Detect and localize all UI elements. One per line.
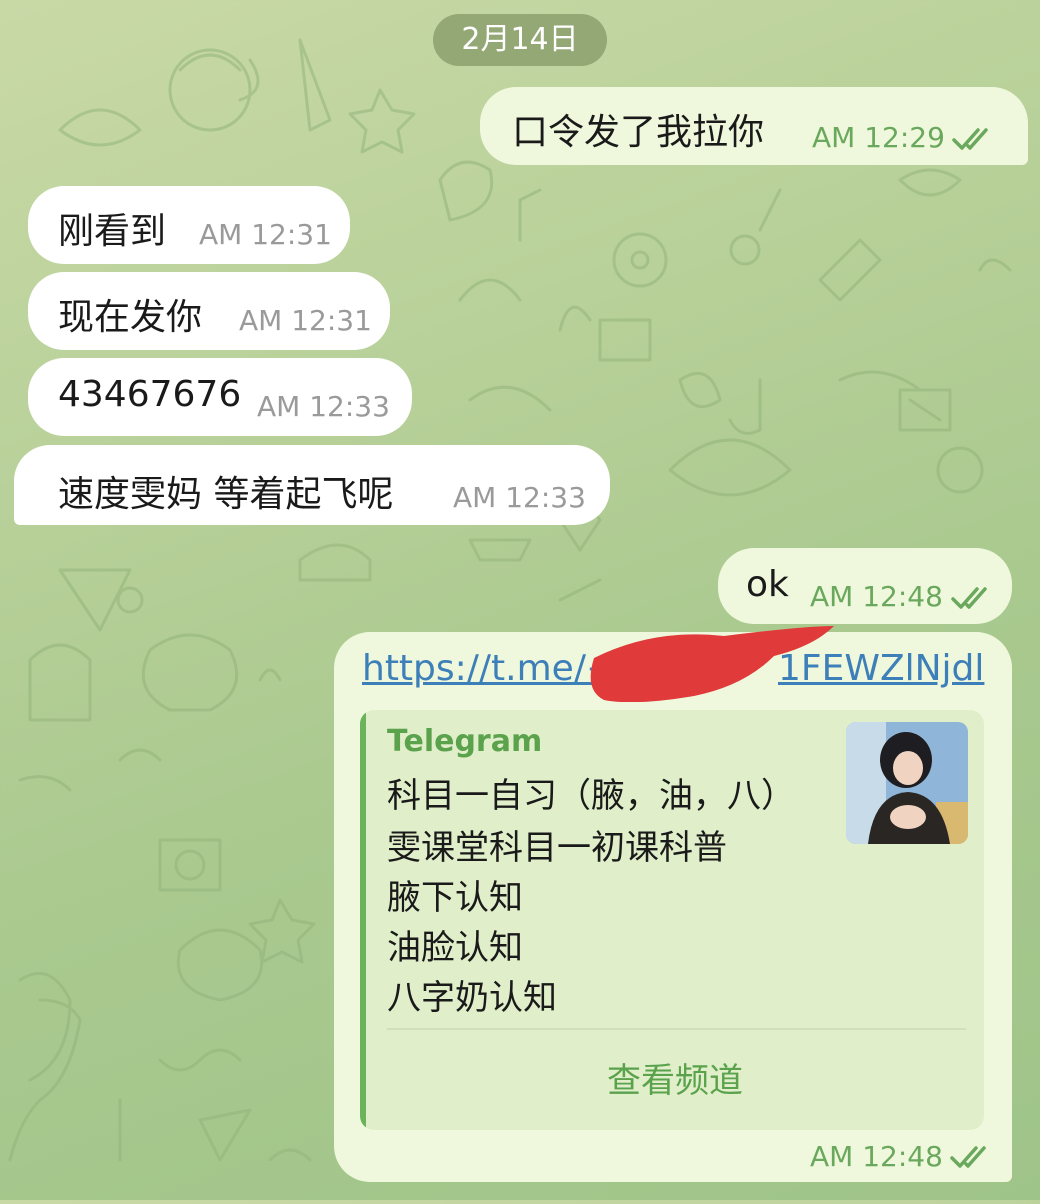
message-time: AM 12:29	[812, 121, 945, 154]
message-text: 现在发你	[58, 297, 203, 338]
incoming-message[interactable]: 现在发你 AM 12:31	[28, 272, 390, 350]
redaction-scribble	[590, 626, 834, 702]
incoming-message[interactable]: 速度雯妈 等着起飞呢 AM 12:33	[14, 445, 610, 525]
double-check-icon	[950, 1146, 986, 1168]
outgoing-link-message[interactable]: https://t.me/+ 1FEWZlNjdl Telegram 科目一自习…	[334, 626, 1012, 1182]
message-text: 刚看到	[58, 211, 167, 252]
link-preview-card[interactable]: Telegram 科目一自习（腋，油，八） 雯课堂科目一初课科普 腋下认知 油脸…	[360, 710, 984, 1130]
preview-description-line: 雯课堂科目一初课科普	[387, 828, 727, 868]
channel-avatar-photo	[846, 722, 968, 844]
double-check-icon	[951, 587, 987, 609]
message-text: 速度雯妈 等着起飞呢	[58, 474, 394, 515]
preview-title: 科目一自习（腋，油，八）	[387, 776, 795, 816]
incoming-message[interactable]: 刚看到 AM 12:31	[28, 186, 350, 264]
double-check-icon	[952, 128, 988, 150]
message-time: AM 12:31	[239, 304, 372, 337]
message-text: 43467676	[58, 374, 242, 415]
preview-divider	[387, 1028, 966, 1030]
preview-description-line: 腋下认知	[387, 878, 523, 918]
date-separator: 2月14日	[433, 14, 607, 66]
preview-description-line: 八字奶认知	[387, 978, 557, 1018]
message-time: AM 12:33	[453, 481, 586, 514]
incoming-message[interactable]: 43467676 AM 12:33	[28, 358, 412, 436]
outgoing-message[interactable]: 口令发了我拉你 AM 12:29	[480, 87, 1028, 165]
preview-description-line: 油脸认知	[387, 928, 523, 968]
message-link[interactable]: https://t.me/+ 1FEWZlNjdl	[334, 626, 1012, 702]
message-time: AM 12:48	[810, 580, 943, 613]
outgoing-message[interactable]: ok AM 12:48	[718, 548, 1012, 624]
message-text: 口令发了我拉你	[512, 112, 765, 153]
message-time: AM 12:31	[199, 218, 332, 251]
message-time: AM 12:48	[810, 1140, 943, 1173]
message-text: ok	[746, 564, 789, 605]
preview-site-name: Telegram	[387, 724, 543, 759]
view-channel-button[interactable]: 查看频道	[366, 1036, 984, 1126]
link-start[interactable]: https://t.me/+	[362, 648, 616, 689]
message-time: AM 12:33	[257, 390, 390, 423]
